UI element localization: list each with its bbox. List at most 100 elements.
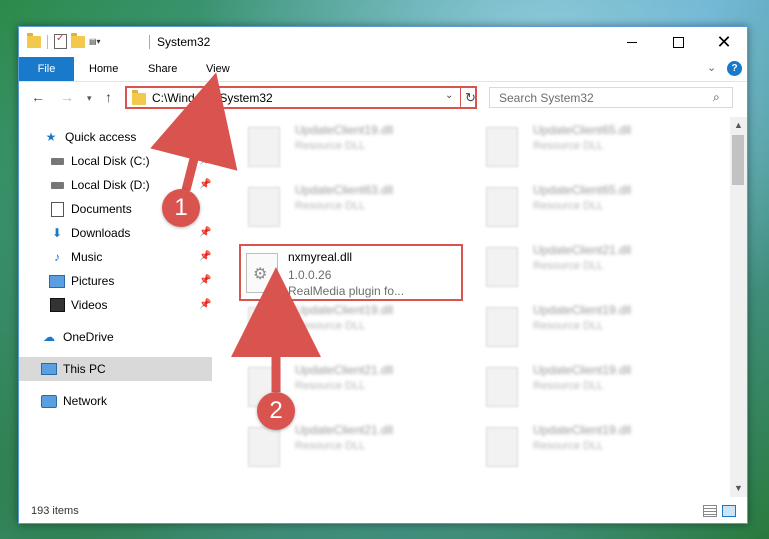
sidebar-item-onedrive[interactable]: ☁ OneDrive [41,325,114,349]
qat-separator [47,34,48,49]
maximize-icon [672,36,684,48]
pictures-icon [49,274,65,288]
customize-qat-icon[interactable]: ▤▾ [89,37,101,46]
dll-file-icon [248,427,280,467]
ribbon-tabs: File Home Share View ⌄ ? [19,57,747,82]
sidebar-item-this-pc[interactable]: This PC [19,357,212,381]
sidebar-item-pictures[interactable]: Pictures [49,269,114,293]
scroll-thumb[interactable] [732,135,744,185]
pin-icon[interactable]: 📌 [199,251,211,262]
sidebar-item-documents[interactable]: Documents [49,197,132,221]
file-name: UpdateClient65.dll [533,183,632,197]
dll-file-icon [248,127,280,167]
file-description: Resource DLL [295,380,366,392]
recent-locations-icon[interactable]: ▾ [87,93,92,104]
list-item[interactable]: UpdateClient65.dll Resource DLL [476,177,706,232]
back-arrow-icon[interactable]: ← [31,89,45,105]
dll-file-icon [486,247,518,287]
list-item[interactable]: UpdateClient19.dll Resource DLL [476,417,706,472]
pin-icon[interactable]: 📌 [199,299,211,310]
disk-icon [49,178,65,192]
file-name: UpdateClient19.dll [533,303,632,317]
file-description: Resource DLL [533,380,604,392]
tab-share[interactable]: Share [148,57,177,81]
search-box[interactable]: Search System32 ⌕ [489,87,733,108]
sidebar-item-videos[interactable]: Videos [49,293,107,317]
highlighted-file-nxmyreal[interactable]: nxmyreal.dll 1.0.0.26 RealMedia plugin f… [239,244,463,301]
sidebar-item-local-disk-d[interactable]: Local Disk (D:) [49,173,150,197]
computer-icon [41,362,57,376]
pin-icon[interactable]: 📌 [199,155,211,166]
sidebar-item-label: Local Disk (D:) [71,178,150,192]
file-description: Resource DLL [295,140,366,152]
help-icon[interactable]: ? [727,61,742,76]
window-title: System32 [157,35,211,49]
tab-view[interactable]: View [206,57,230,81]
details-view-icon[interactable] [703,505,717,517]
tab-home[interactable]: Home [89,57,118,81]
forward-arrow-icon[interactable]: → [60,89,74,105]
title-separator [149,35,150,49]
file-explorer-window: ▤▾ System32 ✕ File Home Share View ⌄ ? ←… [18,26,748,524]
address-path[interactable]: C:\Windows\System32 [152,91,273,105]
pin-icon[interactable]: 📌 [199,179,211,190]
list-item[interactable]: UpdateClient19.dll Resource DLL [476,297,706,352]
search-icon[interactable]: ⌕ [713,90,720,105]
pin-icon[interactable]: 📌 [199,275,211,286]
list-item[interactable]: UpdateClient19.dll Resource DLL [476,357,706,412]
sidebar-item-local-disk-c[interactable]: Local Disk (C:) [49,149,150,173]
minimize-button[interactable] [609,27,655,57]
item-count: 193 items [31,505,79,517]
list-item[interactable]: UpdateClient19.dll Resource DLL [238,297,468,352]
refresh-icon[interactable]: ↻ [460,88,480,107]
address-dropdown-icon[interactable]: ⌄ [445,90,453,101]
sidebar-item-label: Documents [71,202,132,216]
dll-file-icon [246,253,278,293]
file-name: UpdateClient65.dll [533,123,632,137]
folder-icon [132,90,146,105]
scroll-up-icon[interactable]: ▲ [730,117,747,134]
file-name: UpdateClient63.dll [295,183,394,197]
file-name: UpdateClient19.dll [295,303,394,317]
file-description: Resource DLL [533,320,604,332]
list-item[interactable]: UpdateClient63.dll Resource DLL [238,177,468,232]
close-button[interactable]: ✕ [701,27,747,57]
sidebar-item-quick-access[interactable]: ★ Quick access [43,125,137,149]
sidebar-item-music[interactable]: ♪ Music [49,245,102,269]
annotation-badge-1: 1 [162,189,200,227]
file-description: Resource DLL [533,440,604,452]
status-bar: 193 items [19,501,747,523]
large-icons-view-icon[interactable] [722,505,736,517]
dll-file-icon [248,187,280,227]
list-item[interactable]: UpdateClient65.dll Resource DLL [476,117,706,172]
navigation-pane: ★ Quick access Local Disk (C:) 📌 Local D… [19,123,212,495]
file-description: Resource DLL [533,260,604,272]
search-input[interactable]: Search System32 [499,91,594,105]
sidebar-item-downloads[interactable]: ⬇ Downloads [49,221,130,245]
file-name: UpdateClient19.dll [533,423,632,437]
pin-icon[interactable]: 📌 [199,227,211,238]
vertical-scrollbar[interactable]: ▲ ▼ [730,117,747,497]
file-name: UpdateClient21.dll [533,243,632,257]
dll-file-icon [486,187,518,227]
scroll-down-icon[interactable]: ▼ [730,480,747,497]
new-folder-icon[interactable] [71,32,85,48]
list-item[interactable]: UpdateClient19.dll Resource DLL [238,117,468,172]
dll-file-icon [486,427,518,467]
properties-icon[interactable] [54,33,67,49]
maximize-button[interactable] [655,27,701,57]
tab-file[interactable]: File [19,57,74,81]
star-icon: ★ [45,130,57,144]
folder-icon [27,32,41,48]
expand-ribbon-icon[interactable]: ⌄ [707,61,716,74]
sidebar-item-network[interactable]: Network [41,389,107,413]
list-item[interactable]: UpdateClient21.dll Resource DLL [476,237,706,292]
file-description: Resource DLL [295,200,366,212]
address-bar[interactable]: C:\Windows\System32 ⌄ ↻ [125,86,477,109]
sidebar-item-label: Network [63,394,108,408]
disk-icon [49,154,65,168]
up-arrow-icon[interactable]: ↑ [105,89,112,105]
sidebar-item-label: Videos [71,298,108,312]
file-list[interactable]: UpdateClient19.dll Resource DLL UpdateCl… [228,117,730,497]
file-name: UpdateClient19.dll [295,123,394,137]
